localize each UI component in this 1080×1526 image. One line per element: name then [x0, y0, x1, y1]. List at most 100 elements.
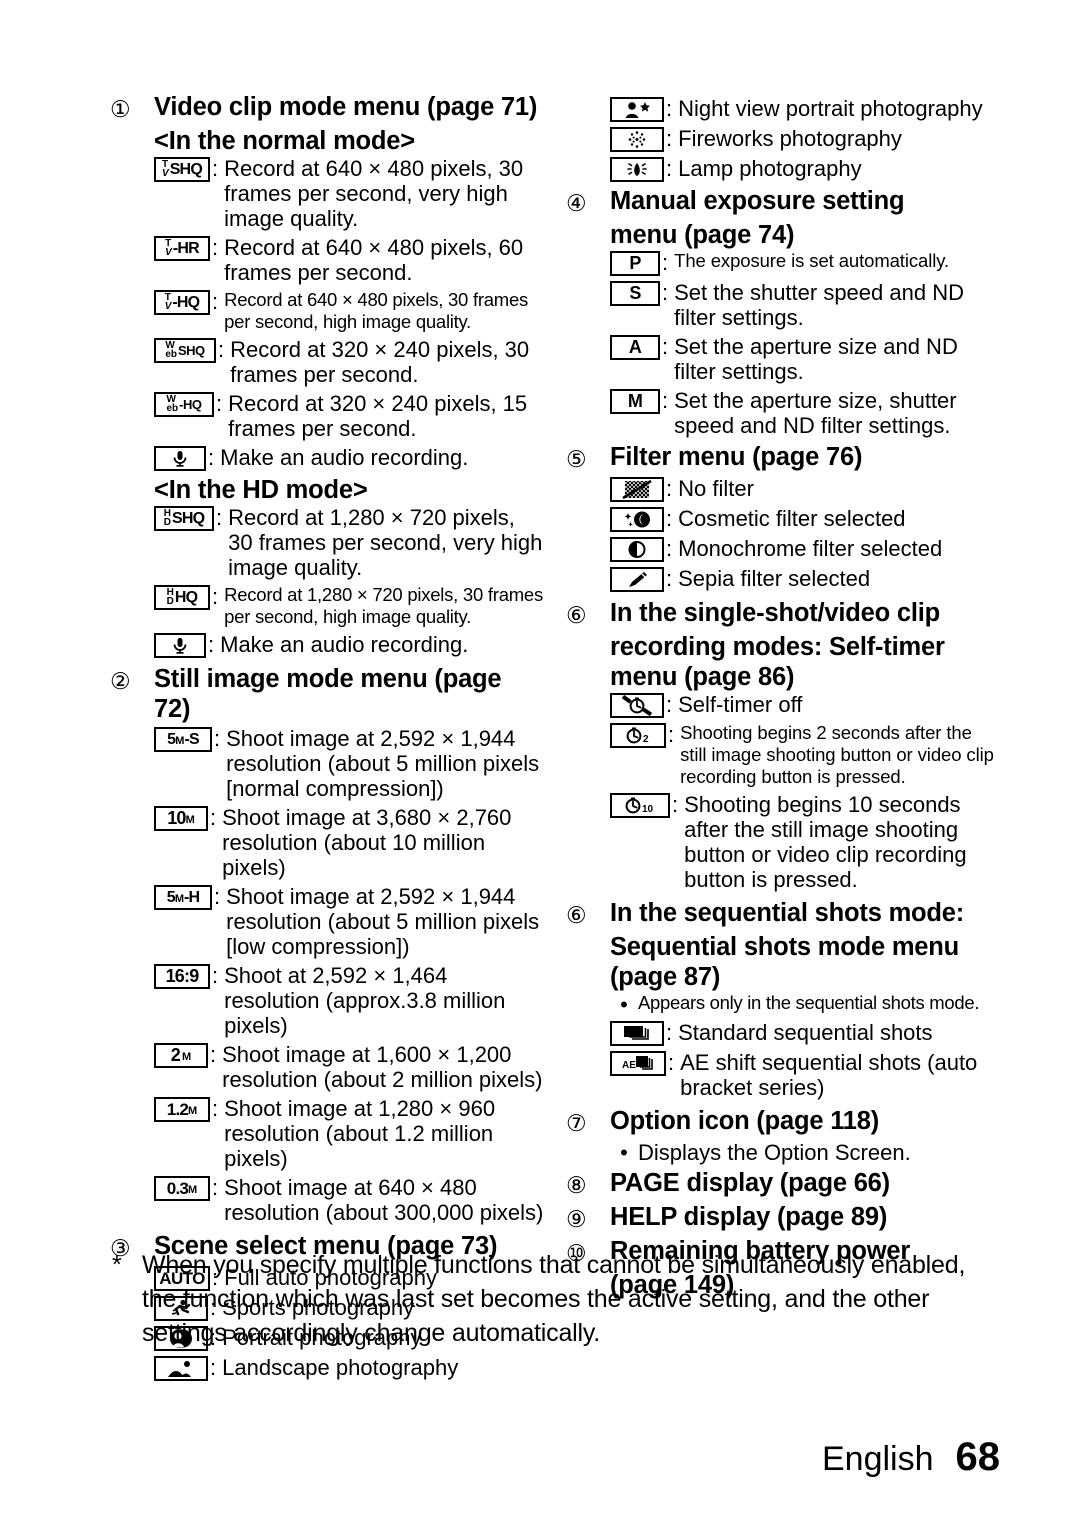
two-column-body: ① Video clip mode menu (page 71) <In the… — [110, 92, 1000, 1385]
item-web-hq: Web -HQ : Record at 320 × 240 pixels, 15 … — [154, 391, 544, 441]
footnote-text: When you specify multiple functions that… — [142, 1251, 966, 1347]
colon: : — [666, 156, 673, 181]
item-res-0-3m: 0.3 M : Shoot image at 640 × 480 resoluti… — [154, 1175, 544, 1225]
page-number: 68 — [955, 1435, 1001, 1479]
colon: : — [212, 1175, 219, 1200]
item-text: The exposure is set automatically. — [674, 250, 950, 271]
item-self-timer-10s: 10 : Shooting begins 10 seconds after th… — [610, 792, 1000, 892]
section-number: ⑤ — [566, 446, 587, 472]
item-scene-fireworks: : Fireworks photography — [610, 126, 1000, 152]
section-manual-exposure: ④ Manual exposure setting — [566, 186, 1000, 218]
item-text: Fireworks photography — [678, 126, 902, 151]
item-exposure-a: A : Set the aperture size and ND filter … — [610, 334, 1000, 384]
section-number: ① — [110, 96, 131, 122]
item-text: Shoot image at 2,592 × 1,944 resolution … — [226, 726, 540, 801]
colon: : — [208, 632, 215, 657]
section-heading-line2: Sequential shots mode menu — [610, 933, 960, 961]
section-number: ⑥ — [566, 602, 587, 628]
item-res-1-2m: 1.2 M : Shoot image at 1,280 × 960 resolu… — [154, 1096, 544, 1171]
page-footer: English 68 — [822, 1437, 1000, 1478]
res-5m-h-icon: 5 M -H — [154, 884, 212, 910]
item-web-shq: Web SHQ : Record at 320 × 240 pixels, 30 … — [154, 337, 544, 387]
item-no-filter: : No filter — [610, 476, 1000, 502]
section-heading-line2: menu (page 74) — [610, 221, 795, 249]
lamp-icon — [610, 156, 664, 182]
bullet-text: Appears only in the sequential shots mod… — [638, 992, 980, 1013]
item-text: Shoot image at 1,600 × 1,200 resolution … — [222, 1042, 543, 1092]
colon: : — [666, 96, 673, 121]
colon: : — [666, 536, 673, 561]
self-timer-10s-icon: 10 — [610, 792, 670, 818]
hd-hq-icon: H D HQ — [154, 584, 210, 610]
item-ae-shift-sequential: AE : AE shift sequential shots (auto bra… — [610, 1050, 1000, 1100]
item-res-16-9: 16:9 : Shoot at 2,592 × 1,464 resolution… — [154, 963, 544, 1038]
section-page-display: ⑧ PAGE display (page 66) — [566, 1168, 1000, 1200]
item-text: Record at 640 × 480 pixels, 30 frames pe… — [224, 156, 524, 231]
item-exposure-s: S : Set the shutter speed and ND filter … — [610, 280, 1000, 330]
item-text: Shoot image at 1,280 × 960 resolution (a… — [224, 1096, 496, 1171]
colon: : — [208, 445, 215, 470]
item-text: Sepia filter selected — [678, 566, 871, 591]
svg-text:2: 2 — [643, 734, 649, 745]
section-still-image-mode: ② Still image mode menu (page 72) — [110, 664, 544, 724]
colon: : — [214, 726, 221, 751]
section-filter-menu: ⑤ Filter menu (page 76) — [566, 442, 1000, 474]
res-5m-s-icon: 5 M -S — [154, 726, 212, 752]
colon: : — [210, 805, 217, 830]
item-text: Set the shutter speed and ND filter sett… — [674, 280, 964, 330]
section-heading: HELP display (page 89) — [610, 1203, 888, 1231]
item-text: Record at 320 × 240 pixels, 30 frames pe… — [230, 337, 530, 387]
tv-hq-icon: T V -HQ — [154, 289, 210, 315]
tv-shq-icon: T V SHQ — [154, 156, 210, 182]
colon: : — [662, 280, 669, 305]
section-video-clip-mode: ① Video clip mode menu (page 71) — [110, 92, 544, 124]
item-exposure-m: M : Set the aperture size, shutter speed… — [610, 388, 1000, 438]
section-heading: Filter menu (page 76) — [610, 443, 863, 471]
section-heading: PAGE display (page 66) — [610, 1169, 890, 1197]
item-text: Record at 640 × 480 pixels, 30 frames pe… — [224, 289, 529, 332]
item-text: Record at 640 × 480 pixels, 60 frames pe… — [224, 235, 524, 285]
section-self-timer: ⑥ In the single-shot/video clip — [566, 598, 1000, 630]
colon: : — [218, 337, 225, 362]
colon: : — [212, 156, 219, 181]
program-p-icon: P — [610, 250, 660, 276]
item-text: No filter — [678, 476, 754, 501]
item-scene-lamp: : Lamp photography — [610, 156, 1000, 182]
item-res-2m: 2M : Shoot image at 1,600 × 1,200 resolu… — [154, 1042, 544, 1092]
item-res-5m-h: 5 M -H : Shoot image at 2,592 × 1,944 reso… — [154, 884, 544, 959]
item-text: Self-timer off — [678, 692, 803, 717]
item-hd-shq: H D SHQ : Record at 1,280 × 720 pixels, 30… — [154, 505, 544, 580]
item-text: Standard sequential shots — [678, 1020, 933, 1045]
colon: : — [212, 1096, 219, 1121]
item-text: Shooting begins 10 seconds after the sti… — [684, 792, 967, 892]
fireworks-icon — [610, 126, 664, 152]
monochrome-filter-icon — [610, 536, 664, 562]
web-shq-icon: Web SHQ — [154, 337, 216, 363]
microphone-icon — [154, 632, 206, 658]
item-tv-hq: T V -HQ : Record at 640 × 480 pixels, 30 f… — [154, 289, 544, 333]
bullet-text: Displays the Option Screen. — [638, 1140, 911, 1165]
section-heading: In the single-shot/video clip — [610, 599, 940, 627]
manual-page: ① Video clip mode menu (page 71) <In the… — [0, 0, 1080, 1526]
tv-hr-icon: T V -HR — [154, 235, 210, 261]
item-tv-shq: T V SHQ : Record at 640 × 480 pixels, 30 f… — [154, 156, 544, 231]
item-self-timer-off: : Self-timer off — [610, 692, 1000, 718]
item-text: Shoot image at 2,592 × 1,944 resolution … — [226, 884, 540, 959]
manual-m-icon: M — [610, 388, 660, 414]
section-heading: Video clip mode menu (page 71) — [154, 93, 538, 121]
item-text: Monochrome filter selected — [678, 536, 943, 561]
section-number: ⑥ — [566, 902, 587, 928]
item-standard-sequential: : Standard sequential shots — [610, 1020, 1000, 1046]
self-timer-2s-icon: 2 — [610, 722, 666, 748]
item-text: Record at 1,280 × 720 pixels, 30 frames … — [228, 505, 543, 580]
res-2m-icon: 2M — [154, 1042, 208, 1068]
colon: : — [214, 884, 221, 909]
subheading-hd-mode: <In the HD mode> — [154, 476, 368, 504]
colon: : — [662, 250, 669, 275]
night-view-portrait-icon — [610, 96, 664, 122]
colon: : — [666, 506, 673, 531]
item-text: Record at 1,280 × 720 pixels, 30 frames … — [224, 584, 543, 627]
cosmetic-filter-icon — [610, 506, 664, 532]
language-label: English — [821, 1440, 934, 1478]
item-sepia-filter: : Sepia filter selected — [610, 566, 1000, 592]
